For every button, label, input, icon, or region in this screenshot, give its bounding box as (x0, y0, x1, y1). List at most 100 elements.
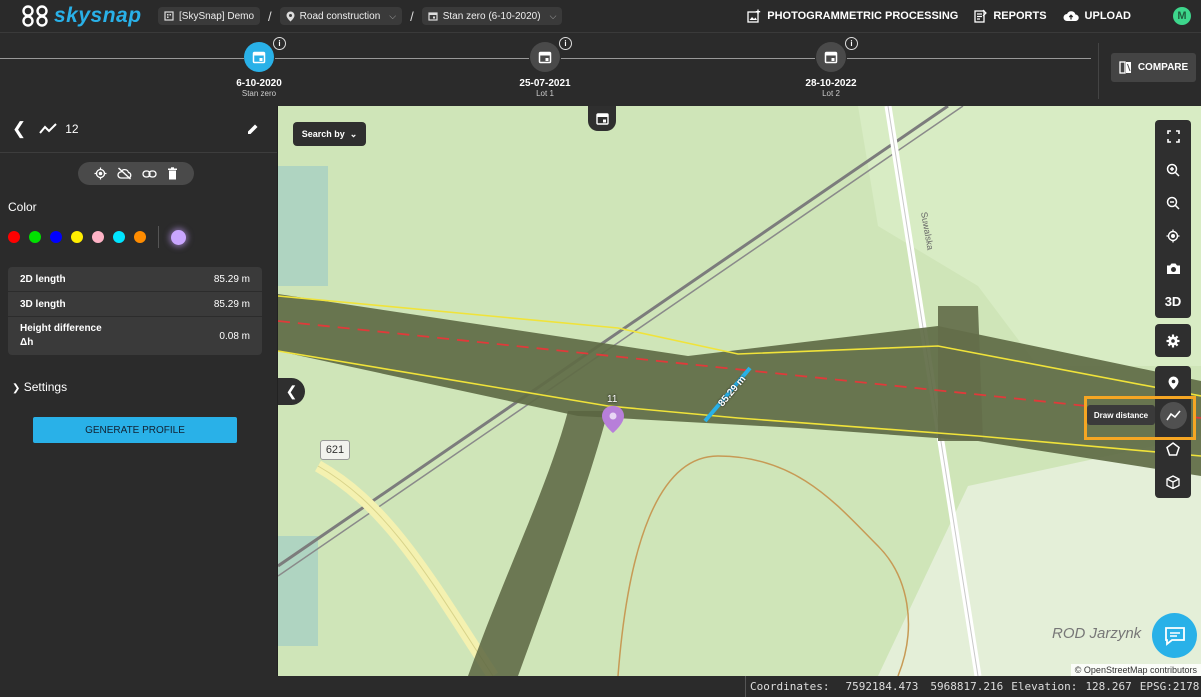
timeline-date: 6-10-2020 (236, 78, 282, 89)
locate-icon[interactable] (94, 167, 107, 180)
camera-icon (1166, 263, 1180, 274)
upload-button[interactable]: UPLOAD (1063, 10, 1131, 22)
measurement-row: Height difference Δh 0.08 m (8, 317, 262, 355)
image-add-icon (747, 9, 761, 23)
timeline-circle[interactable]: i (816, 37, 858, 72)
timeline-subtitle: Stan zero (241, 89, 277, 98)
timeline-node-lot-2[interactable]: i 28-10-2022 Lot 2 (791, 37, 871, 98)
chat-icon (1164, 626, 1185, 646)
color-swatch[interactable] (92, 231, 104, 243)
screenshot-button[interactable] (1155, 252, 1191, 285)
divider (1098, 43, 1099, 99)
timeline-node-lot-1[interactable]: i 25-07-2021 Lot 1 (505, 37, 585, 98)
info-icon[interactable]: i (273, 37, 286, 50)
coordinates-label: Coordinates: (750, 680, 830, 693)
reports-button[interactable]: REPORTS (974, 9, 1047, 23)
fullscreen-button[interactable] (1155, 120, 1191, 153)
brand-name: skysnap (54, 4, 142, 27)
breadcrumb-project[interactable]: Road construction ⌵ (279, 7, 403, 25)
calendar-icon (428, 12, 438, 21)
zoom-in-button[interactable] (1155, 153, 1191, 186)
measurement-label: 2D length (20, 273, 66, 285)
compare-button[interactable]: COMPARE (1111, 53, 1196, 82)
reports-label: REPORTS (993, 10, 1047, 22)
zoom-out-icon (1166, 196, 1180, 210)
timeline-subtitle: Lot 2 (822, 89, 840, 98)
user-avatar[interactable]: M (1173, 7, 1191, 25)
gear-icon (1166, 334, 1180, 347)
timeline-line (847, 58, 1091, 59)
measurement-panel: ❮ 12 Color 2D length 85.29 m 3D length 8… (0, 106, 278, 676)
calendar-icon (595, 113, 609, 125)
link-icon[interactable] (142, 169, 157, 179)
marker-label: 11 (607, 394, 618, 405)
hide-cloud-icon[interactable] (117, 167, 132, 180)
color-swatch[interactable] (71, 231, 83, 243)
timeline-node-stan-zero[interactable]: i 6-10-2020 Stan zero (219, 37, 299, 98)
calendar-icon (824, 51, 838, 64)
settings-label: Settings (23, 380, 68, 394)
info-icon[interactable]: i (845, 37, 858, 50)
search-by-label: Search by (301, 129, 345, 139)
date-overlay-toggle[interactable] (588, 106, 616, 131)
elevation-label: Elevation: (1011, 680, 1078, 693)
pin-icon (1168, 376, 1178, 389)
coordinate-x: 7592184.473 (845, 680, 919, 693)
trash-icon[interactable] (167, 167, 178, 180)
draw-volume-button[interactable] (1155, 465, 1191, 498)
zoom-out-button[interactable] (1155, 186, 1191, 219)
measurement-id: 12 (65, 122, 79, 136)
search-by-dropdown[interactable]: Search by ⌄ (293, 122, 366, 146)
color-swatch[interactable] (171, 229, 186, 245)
elevation-value: 128.267 (1085, 680, 1132, 693)
settings-toolbar (1155, 324, 1191, 357)
breadcrumb-organization[interactable]: [SkySnap] Demo (158, 7, 261, 25)
top-bar: skysnap [SkySnap] Demo / Road constructi… (0, 0, 1201, 32)
building-icon (164, 11, 174, 21)
breadcrumb-label: Stan zero (6-10-2020) (442, 10, 541, 22)
color-swatch[interactable] (113, 231, 125, 243)
status-bar: Coordinates: 7592184.473 5968817.216 Ele… (0, 676, 1201, 697)
color-swatch[interactable] (50, 231, 62, 243)
map-attribution[interactable]: © OpenStreetMap contributors (1070, 664, 1201, 676)
photogrammetric-processing-label: PHOTOGRAMMETRIC PROCESSING (767, 10, 959, 22)
color-swatch[interactable] (134, 231, 146, 243)
timeline-line (0, 58, 244, 59)
measurement-table: 2D length 85.29 m 3D length 85.29 m Heig… (8, 267, 262, 355)
timeline-line (561, 58, 815, 59)
map-view[interactable]: 621 85.29 m 11 Suwalska ROD Jarzynk Sear… (278, 106, 1201, 676)
chat-support-button[interactable] (1152, 613, 1197, 658)
timeline-line (275, 58, 529, 59)
color-swatch[interactable] (8, 231, 20, 243)
polygon-icon (1166, 441, 1180, 456)
report-icon (974, 9, 988, 23)
photogrammetric-processing-button[interactable]: PHOTOGRAMMETRIC PROCESSING (747, 9, 958, 23)
color-swatch[interactable] (29, 231, 41, 243)
timeline-circle[interactable]: i (244, 37, 286, 72)
edit-pencil-icon[interactable] (247, 123, 259, 135)
info-icon[interactable]: i (559, 37, 572, 50)
road-number-label: 621 (320, 440, 350, 460)
timeline-date: 28-10-2022 (805, 78, 857, 89)
map-settings-button[interactable] (1155, 324, 1191, 357)
epsg-code: EPSG:2178 (1139, 680, 1200, 693)
coordinate-y: 5968817.216 (930, 680, 1004, 693)
add-point-button[interactable] (1155, 366, 1191, 399)
calendar-icon (252, 51, 266, 64)
color-swatches (8, 226, 186, 248)
breadcrumb-survey[interactable]: Stan zero (6-10-2020) ⌵ (421, 7, 563, 25)
timeline-circle[interactable]: i (530, 37, 572, 72)
cube-icon (1166, 474, 1180, 489)
panel-header: ❮ 12 (0, 106, 277, 153)
view-toolbar: 3D (1155, 120, 1191, 318)
settings-toggle[interactable]: ❯ Settings (12, 380, 67, 394)
back-arrow-icon[interactable]: ❮ (12, 119, 26, 139)
3d-view-button[interactable]: 3D (1155, 285, 1191, 318)
skysnap-logo[interactable]: skysnap (22, 4, 158, 28)
generate-profile-button[interactable]: GENERATE PROFILE (33, 417, 237, 443)
collapse-panel-button[interactable]: ❮ (278, 378, 305, 405)
chevron-down-icon: ⌄ (349, 128, 358, 139)
measurement-actions (78, 162, 194, 185)
my-location-button[interactable] (1155, 219, 1191, 252)
chevron-down-icon: ⌵ (549, 10, 557, 21)
